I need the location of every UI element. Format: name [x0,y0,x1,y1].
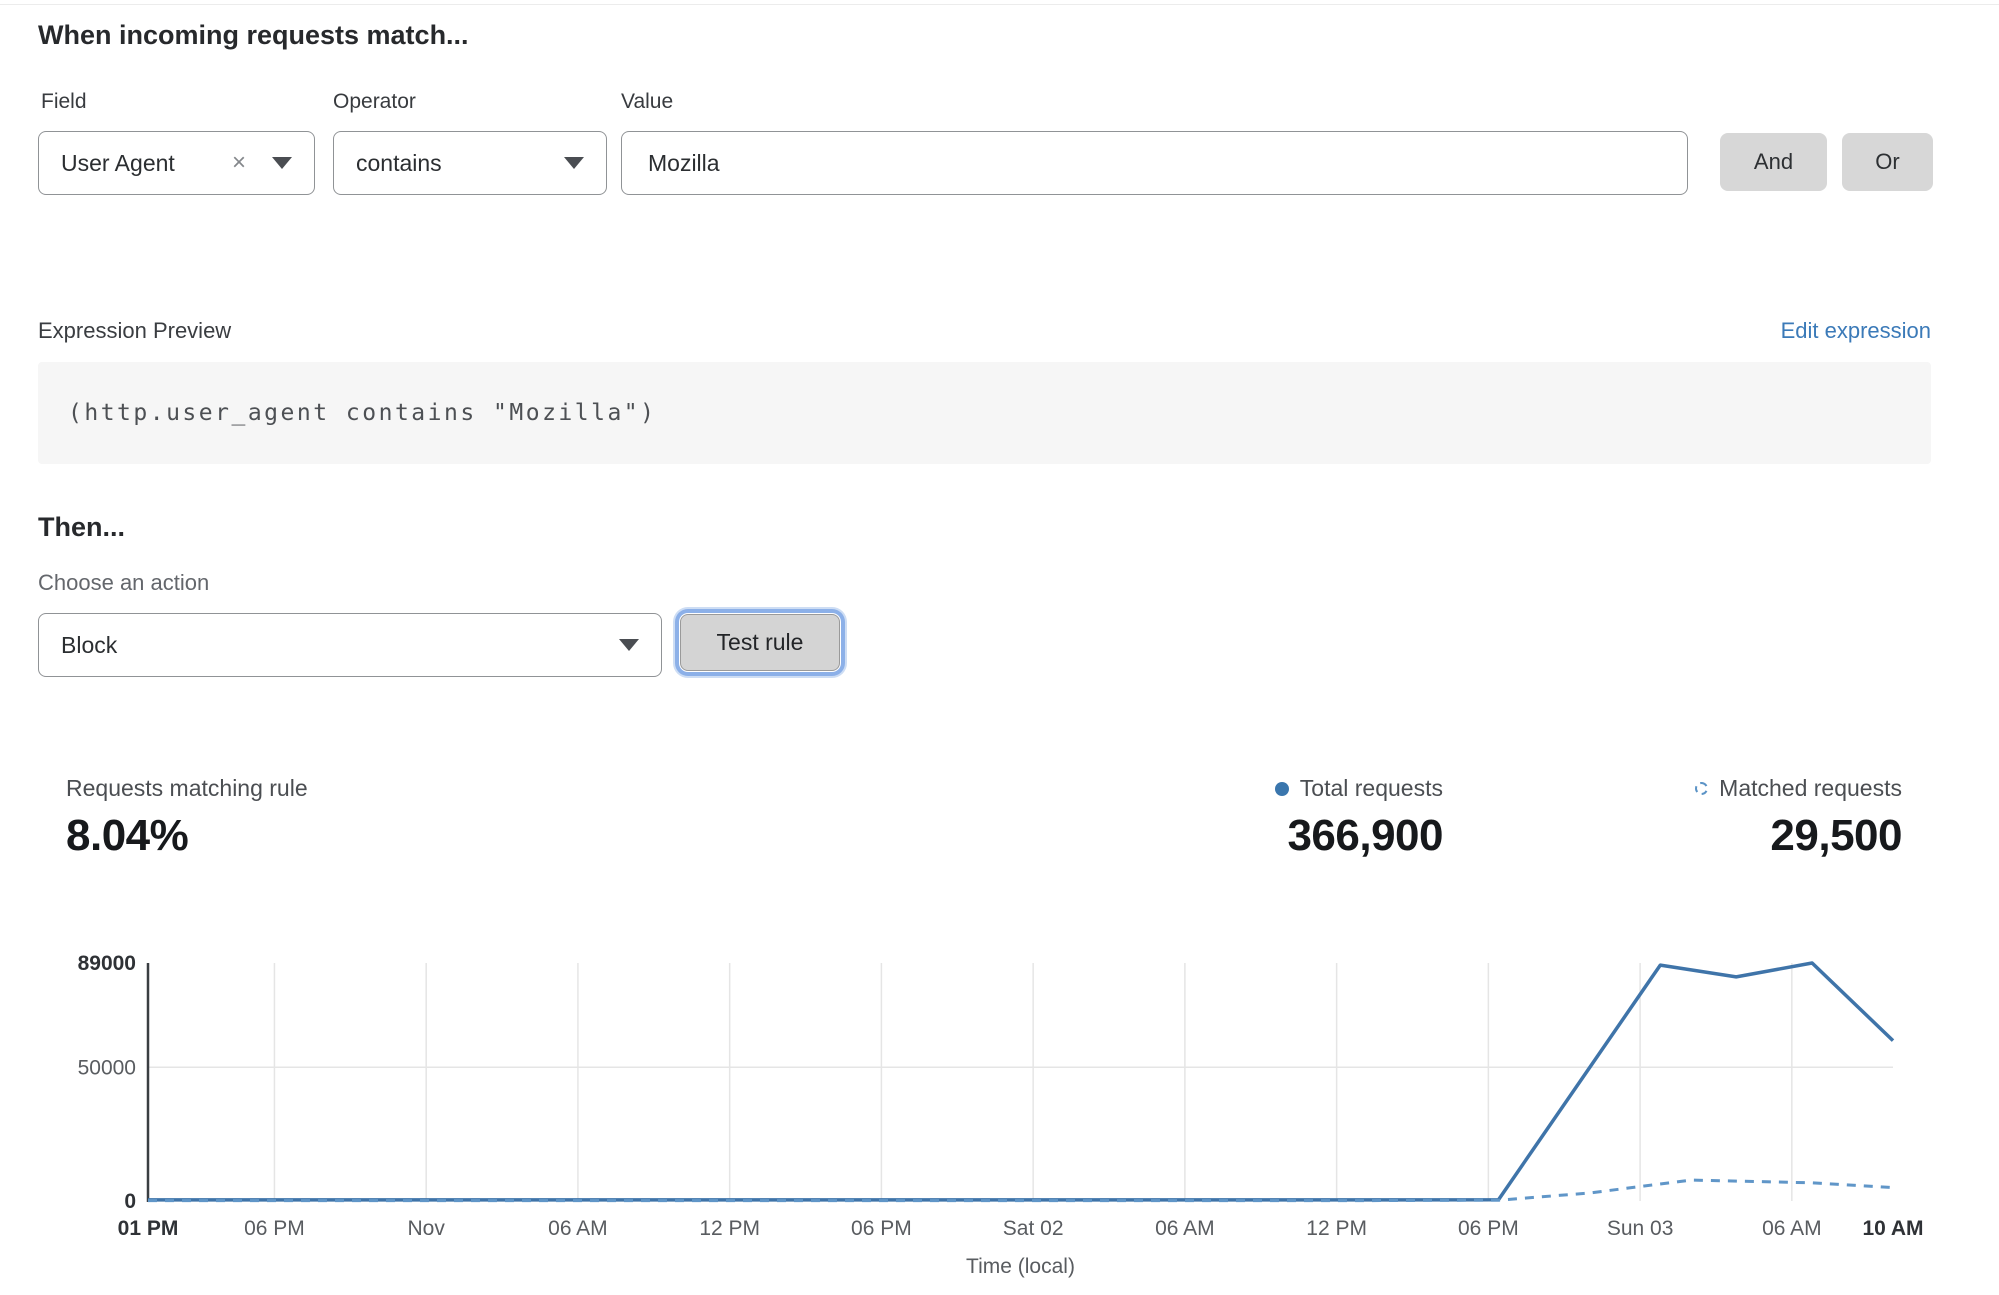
svg-text:06 AM: 06 AM [548,1217,608,1240]
choose-action-caption: Choose an action [38,570,209,596]
clear-field-icon[interactable]: × [232,151,246,175]
operator-select-value: contains [356,150,442,177]
chevron-down-icon [619,639,639,651]
value-input[interactable] [621,131,1688,195]
svg-text:06 PM: 06 PM [244,1217,305,1240]
svg-text:50000: 50000 [78,1056,136,1079]
svg-text:10 AM: 10 AM [1862,1217,1923,1240]
svg-text:0: 0 [124,1190,136,1213]
svg-text:06 AM: 06 AM [1762,1217,1822,1240]
value-label: Value [621,90,673,114]
action-select[interactable]: Block [38,613,662,677]
stat-matched-label: Matched requests [1719,775,1902,802]
svg-text:06 PM: 06 PM [851,1217,912,1240]
operator-select[interactable]: contains [333,131,607,195]
or-button[interactable]: Or [1842,133,1933,191]
stat-requests-matching: Requests matching rule 8.04% [66,775,308,861]
svg-text:06 PM: 06 PM [1458,1217,1519,1240]
stat-total-label: Total requests [1300,775,1443,802]
field-label: Field [41,90,87,114]
svg-text:Time (local): Time (local) [966,1255,1075,1278]
stat-total-value: 366,900 [1275,811,1443,861]
field-select[interactable]: User Agent × [38,131,315,195]
expression-code: (http.user_agent contains "Mozilla") [68,400,657,426]
svg-text:12 PM: 12 PM [1306,1217,1367,1240]
chevron-down-icon [272,157,292,169]
requests-chart: 0 50000 89000 01 PM 06 PM Nov 06 AM 12 PM 06 PM S… [0,930,1999,1295]
chevron-down-icon [564,157,584,169]
page-title: When incoming requests match... [38,20,469,51]
operator-label: Operator [333,90,416,114]
action-select-value: Block [61,632,117,659]
expression-code-block: (http.user_agent contains "Mozilla") [38,362,1931,464]
edit-expression-link[interactable]: Edit expression [1781,318,1931,344]
firewall-rule-builder: When incoming requests match... Field Op… [0,0,1999,1295]
svg-text:Nov: Nov [408,1217,446,1240]
stat-total-requests: Total requests 366,900 [1275,775,1443,861]
stat-matching-label: Requests matching rule [66,775,308,802]
svg-text:Sun 03: Sun 03 [1607,1217,1674,1240]
and-button[interactable]: And [1720,133,1827,191]
stat-matched-requests: Matched requests 29,500 [1695,775,1902,861]
svg-text:Sat 02: Sat 02 [1003,1217,1064,1240]
test-rule-button[interactable]: Test rule [680,614,840,671]
svg-text:89000: 89000 [78,952,136,975]
svg-text:06 AM: 06 AM [1155,1217,1215,1240]
then-heading: Then... [38,512,125,543]
total-requests-legend-icon [1275,782,1289,796]
svg-text:01 PM: 01 PM [118,1217,179,1240]
stat-matched-value: 29,500 [1695,811,1902,861]
stat-matching-value: 8.04% [66,811,308,861]
expression-preview-label: Expression Preview [38,318,231,344]
svg-text:12 PM: 12 PM [699,1217,760,1240]
field-select-value: User Agent [61,150,175,177]
top-divider [0,4,1999,5]
matched-requests-legend-icon [1695,782,1708,795]
